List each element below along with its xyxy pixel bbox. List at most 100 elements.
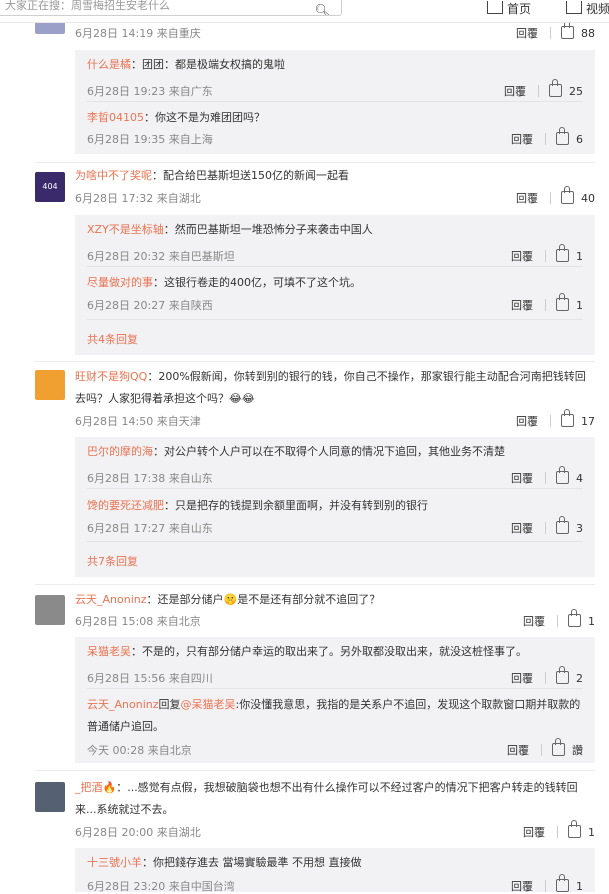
reply-button[interactable]: 回覆 (523, 615, 545, 628)
reply-actions: 回覆 2 (511, 666, 583, 686)
video-link[interactable]: 视频 (566, 0, 609, 17)
reply-meta: 6月28日 15:56 来自四川 (87, 672, 213, 685)
reply-actions: 回覆 6 (511, 127, 583, 147)
like-count: 1 (588, 615, 595, 628)
like-icon[interactable] (561, 409, 574, 427)
reply-list: XZY不是坐标轴：然而巴基斯坦一堆恐怖分子来袭击中国人 6月28日 20:32 … (75, 215, 595, 355)
reply-username[interactable]: 巴尔的摩的海 (87, 445, 153, 458)
reply-text: 尽量做对的事：这银行卷走的400亿，可填不了这个坑。 (87, 276, 361, 289)
reply-actions: 回覆 25 (504, 79, 583, 99)
reply-text: 李晢04105：你这不是为难团团吗？ (87, 111, 265, 124)
like-icon[interactable] (556, 466, 569, 484)
like-count: 6 (576, 133, 583, 146)
comment-actions: 回覆 1 (523, 820, 595, 840)
mention-link[interactable]: @呆猫老吴 (181, 698, 236, 711)
more-replies-link[interactable]: 共4条回复 (87, 331, 138, 347)
reply-text: 巴尔的摩的海：对公户转个人户可以在不取得个人同意的情况下追回，其他业务不清楚 (87, 445, 505, 458)
reply-button[interactable]: 回覆 (511, 472, 533, 485)
comment-username[interactable]: 旺财不是狗QQ (75, 370, 147, 383)
like-count: 40 (581, 192, 595, 205)
comment-meta: 6月28日 15:08 来自北京 (75, 615, 201, 628)
search-icon[interactable]: 🔍︎ (314, 0, 331, 15)
reply-username[interactable]: 馋的要死还减肥 (87, 499, 164, 512)
reply-username[interactable]: 十三號小羊 (87, 856, 142, 869)
reply-list: 什么是橘：团团：都是极端女权搞的鬼啦 6月28日 19:23 来自广东 回覆 25… (75, 50, 595, 154)
reply-username[interactable]: 李晢04105 (87, 111, 144, 124)
reply-meta: 6月28日 20:27 来自陕西 (87, 299, 213, 312)
reply-button[interactable]: 回覆 (504, 85, 526, 98)
comment-actions: 回覆 88 (516, 21, 595, 41)
comment-username[interactable]: 为啥中不了奖呢 (75, 169, 152, 182)
reply-button[interactable]: 回覆 (507, 744, 529, 757)
avatar[interactable] (35, 370, 65, 400)
like-count: 1 (576, 299, 583, 312)
reply-text: 馋的要死还减肥：只是把存的钱提到余额里面啊，并没有转到别的银行 (87, 499, 428, 512)
reply-actions: 回覆 4 (511, 466, 583, 486)
reply-text: 什么是橘：团团：都是极端女权搞的鬼啦 (87, 58, 285, 71)
reply-meta: 6月28日 20:32 来自巴基斯坦 (87, 250, 235, 263)
search-input[interactable]: 大家正在搜：周雪梅招生安老什么 🔍︎ (0, 0, 342, 16)
home-icon (487, 1, 503, 14)
reply-username[interactable]: 尽量做对的事 (87, 276, 153, 289)
reply-button[interactable]: 回覆 (516, 192, 538, 205)
comment-username[interactable]: _把酒 (75, 781, 103, 794)
reply-actions: 回覆 讚 (507, 738, 583, 758)
comment-username[interactable]: 云天_Anoninz (75, 593, 147, 606)
like-icon[interactable] (556, 293, 569, 311)
reply-meta: 6月28日 19:23 来自广东 (87, 85, 213, 98)
avatar[interactable] (35, 782, 65, 812)
like-icon[interactable] (549, 79, 562, 97)
like-icon[interactable] (561, 21, 574, 39)
home-link[interactable]: 首页 (487, 0, 531, 17)
home-label: 首页 (507, 2, 532, 16)
like-icon[interactable] (556, 244, 569, 262)
reply-list: 巴尔的摩的海：对公户转个人户可以在不取得个人同意的情况下追回，其他业务不清楚 6… (75, 437, 595, 577)
like-icon[interactable] (568, 609, 581, 627)
comment-text: 为啥中不了奖呢：配合给巴基斯坦送150亿的新闻一起看 (75, 169, 349, 182)
like-icon[interactable] (556, 127, 569, 145)
reply-list: 十三號小羊：你把錢存進去 當場實驗最準 不用想 直接做 6月28日 23:20 … (75, 848, 595, 893)
comment-text: 旺财不是狗QQ：200%假新闻，你转到别的银行的钱，你自己不操作，那家银行能主动… (75, 370, 586, 405)
comment-meta: 6月28日 14:50 来自天津 (75, 415, 201, 428)
reply-meta: 6月28日 17:27 来自山东 (87, 522, 213, 535)
more-replies-link[interactable]: 共7条回复 (87, 553, 138, 569)
video-icon (566, 1, 582, 14)
like-icon[interactable] (556, 516, 569, 534)
reply-username[interactable]: 云天_Anoninz (87, 698, 159, 711)
reply-button[interactable]: 回覆 (523, 826, 545, 839)
like-count: 88 (581, 27, 595, 40)
reply-username[interactable]: 什么是橘 (87, 58, 131, 71)
reply-actions: 回覆 1 (511, 293, 583, 313)
like-icon[interactable] (561, 186, 574, 204)
like-count: 1 (576, 250, 583, 263)
reply-button[interactable]: 回覆 (511, 672, 533, 685)
search-placeholder: 大家正在搜：周雪梅招生安老什么 (5, 0, 170, 12)
reply-button[interactable]: 回覆 (511, 299, 533, 312)
like-count: 1 (588, 826, 595, 839)
reply-button[interactable]: 回覆 (511, 880, 533, 893)
reply-username[interactable]: 呆猫老吴 (87, 645, 131, 658)
reply-text: 云天_Anoninz回复@呆猫老吴:你没懂我意思，我指的是关系户不追回，发现这个… (87, 698, 581, 733)
avatar[interactable] (35, 595, 65, 625)
reply-button[interactable]: 回覆 (516, 27, 538, 40)
like-icon[interactable] (556, 874, 569, 892)
reply-list: 呆猫老吴：不是的，只有部分储户幸运的取出来了。另外取都没取出来，就没这桩怪事了。… (75, 637, 595, 763)
reply-username[interactable]: XZY不是坐标轴 (87, 223, 164, 236)
avatar[interactable]: 404 (35, 172, 65, 202)
reply-button[interactable]: 回覆 (511, 522, 533, 535)
comment-text: 云天_Anoninz：还是部分储户🤫是不是还有部分就不追回了？ (75, 593, 381, 606)
reply-button[interactable]: 回覆 (511, 133, 533, 146)
like-count: 讚 (572, 744, 583, 757)
like-count: 4 (576, 472, 583, 485)
reply-text: XZY不是坐标轴：然而巴基斯坦一堆恐怖分子来袭击中国人 (87, 223, 373, 236)
like-icon[interactable] (556, 666, 569, 684)
like-count: 1 (576, 880, 583, 893)
like-icon[interactable] (568, 820, 581, 838)
reply-button[interactable]: 回覆 (516, 415, 538, 428)
comment-meta: 6月28日 14:19 来自重庆 (75, 27, 201, 40)
reply-button[interactable]: 回覆 (511, 250, 533, 263)
reply-actions: 回覆 1 (511, 244, 583, 264)
video-label: 视频 (586, 2, 609, 16)
like-icon[interactable] (552, 738, 565, 756)
comment-text: _把酒🔥：...感觉有点假，我想破脑袋也想不出有什么操作可以不经过客户的情况下把… (75, 781, 578, 816)
